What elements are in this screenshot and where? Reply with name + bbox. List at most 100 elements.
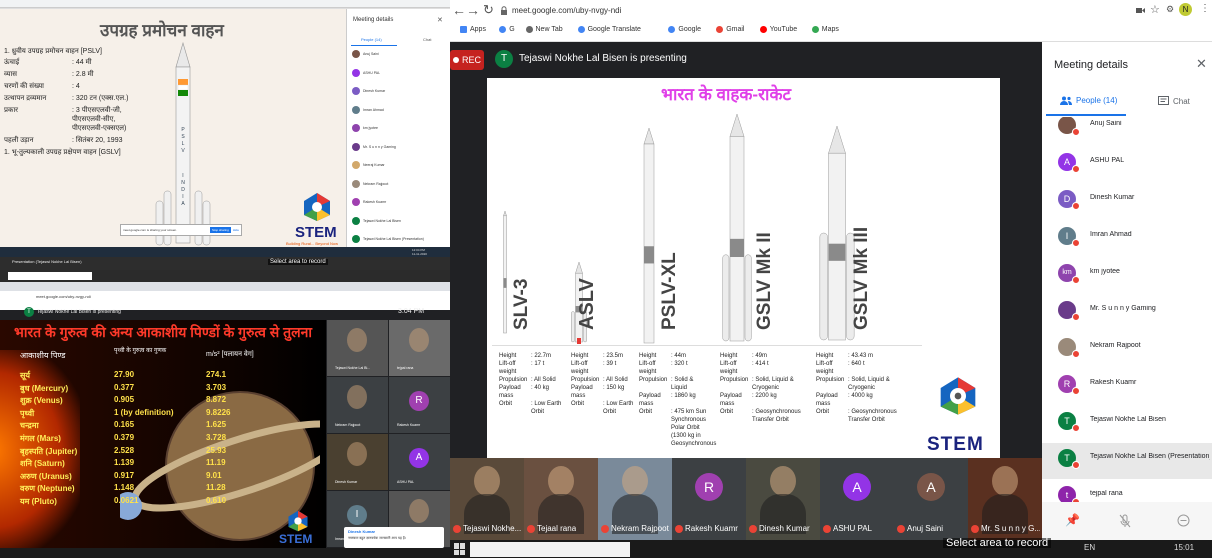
- q2-gravity-row: बुध (Mercury) 0.377 3.703: [20, 383, 260, 396]
- person-row[interactable]: D Dinesh Kumar: [1042, 184, 1212, 220]
- bookmark-google-translate[interactable]: Google Translate: [577, 26, 641, 33]
- person-row[interactable]: T Tejaswi Nokhe Lal Bisen (Presentation): [1042, 443, 1212, 479]
- mic-muted-icon: [971, 524, 979, 533]
- participant-tile[interactable]: Tejaal rana: [524, 458, 598, 540]
- q1-panel-close-icon[interactable]: ✕: [437, 16, 443, 24]
- bookmark-youtube[interactable]: YouTube: [759, 26, 798, 33]
- person-name: Mr. S u n n y Gaming: [1090, 305, 1156, 312]
- person-row[interactable]: R Rakesh Kuamr: [1042, 369, 1212, 405]
- spec-value: : 43.43 m: [848, 353, 874, 359]
- tab-chat[interactable]: Chat: [1158, 96, 1190, 106]
- bookmark-google[interactable]: Google: [668, 26, 701, 33]
- profile-avatar[interactable]: N: [1179, 3, 1192, 16]
- person-row[interactable]: Mr. S u n n y Gaming: [1042, 295, 1212, 331]
- back-button[interactable]: ←: [452, 2, 466, 18]
- bookmark-new-tab[interactable]: New Tab: [525, 26, 563, 33]
- participant-name-row: Rakesh Kuamr: [675, 524, 744, 533]
- participant-name-row: Tejaal rana: [527, 524, 596, 533]
- taskbar-time[interactable]: 15:01: [1174, 543, 1194, 552]
- q1-tagline: Building Rural... Beyond Now: [286, 241, 339, 246]
- mute-all-icon[interactable]: [1119, 514, 1131, 528]
- q1-stop-sharing-button[interactable]: Stop sharing: [209, 227, 231, 233]
- person-name: Rakesh Kuamr: [1090, 379, 1137, 386]
- person-row[interactable]: T Tejaswi Nokhe Lal Bisen: [1042, 406, 1212, 442]
- participant-tile[interactable]: Nekram Rajpoot: [598, 458, 672, 540]
- participant-tile[interactable]: Mr. S u n n y G...: [968, 458, 1042, 540]
- gslv-mk2-rocket: [722, 113, 752, 342]
- presenting-text: Tejaswi Nokhe Lal Bisen is presenting: [519, 53, 687, 64]
- spec-row: Height: 22.7m: [499, 352, 569, 360]
- q2-gravity-row: पृथ्वी 1 (by definition) 9.8226: [20, 408, 260, 421]
- remove-participant-icon[interactable]: [1177, 514, 1190, 527]
- panel-close-icon[interactable]: ✕: [1196, 56, 1207, 72]
- spec-row: Orbit: Geosynchronous Transfer Orbit: [816, 408, 912, 424]
- spec-value: : 39 t: [603, 361, 617, 367]
- person-row[interactable]: km km jyotee: [1042, 258, 1212, 294]
- person-row[interactable]: Nekram Rajpoot: [1042, 332, 1212, 368]
- spec-row: Propulsion: All Solid: [499, 376, 569, 384]
- start-button[interactable]: [454, 543, 466, 555]
- q1-taskbar: 12:04 PM 11-11-2020: [0, 247, 450, 257]
- stem-logo-text: STEM: [927, 434, 984, 455]
- q2-chat-notification[interactable]: Dinesh Kumar नमस्कार बहुत ज्ञानवर्धक जान…: [344, 527, 444, 548]
- bookmarks-bar: Apps G New Tab Google Translate Google Gmail Y…: [450, 22, 1212, 42]
- panel-controls: 📌: [1042, 502, 1212, 540]
- q1-person-avatar: [352, 198, 360, 206]
- spec-value: : 2200 kg: [752, 393, 777, 399]
- spec-key: Propulsion: [720, 377, 749, 383]
- q1-tab-chat[interactable]: Chat: [423, 37, 431, 42]
- q2-search-box[interactable]: Type here to search: [8, 272, 92, 286]
- participant-tile[interactable]: Tejaswi Nokhe...: [450, 458, 524, 540]
- bookmark-g[interactable]: G: [499, 26, 515, 33]
- tab-people[interactable]: People (14): [1060, 96, 1117, 105]
- bookmark-maps[interactable]: Maps: [811, 26, 839, 33]
- taskbar-language[interactable]: EN: [1084, 543, 1095, 552]
- participant-name: Rakesh Kuamr: [685, 524, 738, 533]
- rec-label: REC: [461, 55, 481, 65]
- camera-indicator-icon[interactable]: [1136, 7, 1145, 14]
- participant-tile[interactable]: R Rakesh Kuamr: [672, 458, 746, 540]
- person-row[interactable]: A ASHU PAL: [1042, 147, 1212, 183]
- participant-name: Tejaswi Nokhe...: [463, 524, 522, 533]
- q1-spec-row: 1. ध्रुवीय उपग्रह प्रमोचन वाहन [PSLV]: [4, 47, 154, 58]
- spec-value: : 640 t: [848, 361, 865, 367]
- url-text[interactable]: meet.google.com/uby-nvgy-ndi: [512, 6, 621, 15]
- browser-window: ← → ↻ meet.google.com/uby-nvgy-ndi ☆ ⚙ N…: [450, 0, 1212, 540]
- extensions-icon[interactable]: ⚙: [1166, 4, 1174, 15]
- q1-hide-button[interactable]: Hide: [233, 228, 239, 232]
- pin-icon[interactable]: 📌: [1065, 513, 1080, 527]
- q2-body-name: शुक्र (Venus): [20, 396, 63, 406]
- q1-share-banner: meet.google.com is sharing your screen. …: [120, 224, 242, 236]
- person-row[interactable]: I Imran Ahmad: [1042, 221, 1212, 257]
- spec-key: Orbit: [720, 409, 734, 415]
- reload-button[interactable]: ↻: [483, 2, 494, 18]
- q1-person-name: Tejaswi Nokhe Lal Bisen (Presentation): [363, 237, 424, 241]
- q2-participant-video: [409, 328, 429, 352]
- q2-body-name: शनि (Saturn): [20, 459, 65, 469]
- person-row[interactable]: Anuj Saini: [1042, 117, 1212, 146]
- q2-url[interactable]: meet.google.com/uby-nvgy-ndi: [36, 294, 91, 299]
- person-row[interactable]: t tejpal rana: [1042, 480, 1212, 502]
- tab-people-label: People (14): [1076, 96, 1118, 105]
- taskbar-search[interactable]: [470, 542, 630, 557]
- q1-tab-people[interactable]: People (14): [361, 37, 382, 42]
- q1-spec-val: : 3 पीएसएलवी-जी, पीएसएलवी-सीए, पीएसएलवी-…: [72, 107, 127, 132]
- bookmark-label: Maps: [821, 26, 839, 33]
- bookmark-gmail[interactable]: Gmail: [716, 26, 744, 33]
- spec-row: Orbit: Low Earth Orbit: [499, 400, 569, 416]
- forward-button[interactable]: →: [466, 2, 480, 18]
- participant-tile[interactable]: Dinesh Kumar: [746, 458, 820, 540]
- q2-bottom-strip: [0, 548, 450, 558]
- bookmark-apps[interactable]: Apps: [460, 26, 486, 33]
- spec-row: Height: 44m: [639, 352, 709, 360]
- q2-notif-name: Dinesh Kumar: [348, 529, 376, 534]
- bookmark-label: YouTube: [769, 26, 798, 33]
- participant-tile[interactable]: A Anuj Saini: [894, 458, 968, 540]
- participant-tile[interactable]: A ASHU PAL: [820, 458, 894, 540]
- bookmark-star-icon[interactable]: ☆: [1150, 3, 1160, 16]
- rocket-spec-column: Height: 44m Lift-off weight: 320 t Propuls…: [639, 352, 716, 448]
- spec-value: : All Solid: [603, 377, 628, 383]
- q2-participant-name: tejpal rana: [397, 366, 414, 370]
- browser-menu-icon[interactable]: ⋮: [1200, 3, 1210, 14]
- select-area-overlay-text: Select area to record: [943, 538, 1052, 548]
